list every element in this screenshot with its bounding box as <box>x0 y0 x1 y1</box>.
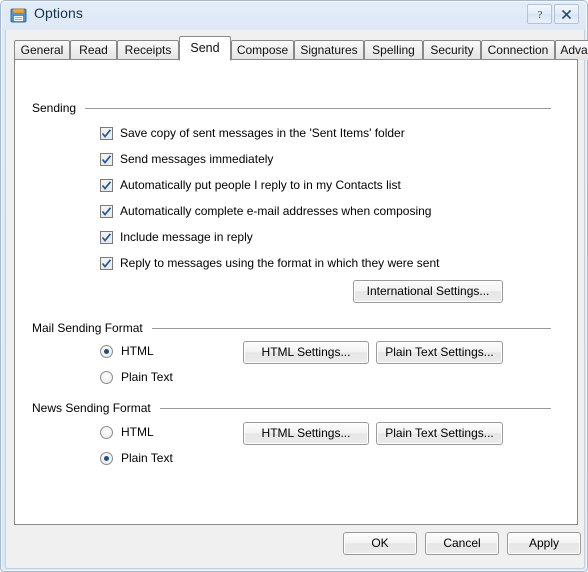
radio-mail-plain-text[interactable]: Plain Text <box>100 369 173 385</box>
news-sending-format-rule <box>159 407 551 409</box>
checkbox-label: Send messages immediately <box>120 152 274 166</box>
checkbox-label: Automatically complete e-mail addresses … <box>120 204 432 218</box>
checkbox-save-copy-sent[interactable]: Save copy of sent messages in the 'Sent … <box>100 125 405 141</box>
tab-receipts[interactable]: Receipts <box>117 40 179 60</box>
tab-send[interactable]: Send <box>179 36 231 61</box>
cancel-button[interactable]: Cancel <box>425 532 499 555</box>
radio-dot <box>104 348 109 354</box>
options-window-icon <box>10 7 27 24</box>
checkbox-send-immediately[interactable]: Send messages immediately <box>100 151 273 167</box>
sending-group-rule <box>85 107 551 109</box>
check-icon <box>101 206 112 216</box>
tab-signatures[interactable]: Signatures <box>294 40 364 60</box>
radio-label: HTML <box>121 425 154 439</box>
mail-sending-format-group-header: Mail Sending Format <box>32 321 551 335</box>
svg-text:?: ? <box>537 9 542 21</box>
checkbox-box[interactable] <box>100 204 113 218</box>
tab-read[interactable]: Read <box>70 40 117 60</box>
checkbox-box[interactable] <box>100 178 113 192</box>
radio-circle[interactable] <box>100 344 113 358</box>
checkbox-box[interactable] <box>100 126 113 140</box>
help-button[interactable]: ? <box>527 4 552 24</box>
close-icon <box>561 9 572 20</box>
checkbox-reply-same-format[interactable]: Reply to messages using the format in wh… <box>100 255 440 271</box>
radio-circle[interactable] <box>100 425 113 439</box>
check-icon <box>101 232 112 242</box>
news-sending-format-group-header: News Sending Format <box>32 401 551 415</box>
dialog-footer: OK Cancel Apply <box>6 528 584 569</box>
checkbox-label: Save copy of sent messages in the 'Sent … <box>120 126 405 140</box>
checkbox-autocomplete-addresses[interactable]: Automatically complete e-mail addresses … <box>100 203 431 219</box>
mail-sending-format-label: Mail Sending Format <box>32 321 143 335</box>
tab-general[interactable]: General <box>14 40 70 60</box>
radio-label: HTML <box>121 344 154 358</box>
tab-spelling[interactable]: Spelling <box>364 40 423 60</box>
radio-circle[interactable] <box>100 451 113 465</box>
close-button[interactable] <box>554 4 579 24</box>
checkbox-label: Reply to messages using the format in wh… <box>120 256 440 270</box>
news-sending-format-label: News Sending Format <box>32 401 151 415</box>
news-html-settings-button[interactable]: HTML Settings... <box>243 422 369 445</box>
tab-connection[interactable]: Connection <box>481 40 555 60</box>
ok-button[interactable]: OK <box>343 532 417 555</box>
radio-dot <box>104 455 109 461</box>
check-icon <box>101 180 112 190</box>
checkbox-box[interactable] <box>100 230 113 244</box>
checkbox-auto-add-contacts[interactable]: Automatically put people I reply to in m… <box>100 177 401 193</box>
tab-security[interactable]: Security <box>423 40 481 60</box>
dialog-client-area: General Read Receipts Send Compose Signa… <box>5 30 588 569</box>
tab-compose[interactable]: Compose <box>231 40 294 60</box>
radio-news-plain-text[interactable]: Plain Text <box>100 450 173 466</box>
sending-group-label: Sending <box>32 101 77 115</box>
sending-group-header: Sending <box>32 101 551 115</box>
mail-html-settings-button[interactable]: HTML Settings... <box>243 341 369 364</box>
apply-button[interactable]: Apply <box>507 532 581 555</box>
tab-advanced[interactable]: Advanced <box>555 40 588 60</box>
international-settings-button[interactable]: International Settings... <box>353 280 503 303</box>
check-icon <box>101 128 112 138</box>
send-tab-page: Sending Save copy of sent messages in th… <box>14 59 578 525</box>
radio-label: Plain Text <box>121 451 173 465</box>
window-title: Options <box>34 5 83 21</box>
checkbox-include-message-in-reply[interactable]: Include message in reply <box>100 229 253 245</box>
checkbox-box[interactable] <box>100 152 113 166</box>
title-bar: Options ? <box>1 1 587 30</box>
check-icon <box>101 258 112 268</box>
checkbox-label: Include message in reply <box>120 230 253 244</box>
checkbox-box[interactable] <box>100 256 113 270</box>
options-dialog-window: Options ? General Read Receipts Send Com… <box>0 0 588 572</box>
mail-sending-format-rule <box>151 327 551 329</box>
mail-plain-text-settings-button[interactable]: Plain Text Settings... <box>376 341 503 364</box>
tab-strip: General Read Receipts Send Compose Signa… <box>14 36 588 61</box>
news-plain-text-settings-button[interactable]: Plain Text Settings... <box>376 422 503 445</box>
radio-mail-html[interactable]: HTML <box>100 343 154 359</box>
help-icon: ? <box>537 9 542 21</box>
check-icon <box>101 154 112 164</box>
radio-circle[interactable] <box>100 370 113 384</box>
checkbox-label: Automatically put people I reply to in m… <box>120 178 401 192</box>
radio-news-html[interactable]: HTML <box>100 424 154 440</box>
radio-label: Plain Text <box>121 370 173 384</box>
